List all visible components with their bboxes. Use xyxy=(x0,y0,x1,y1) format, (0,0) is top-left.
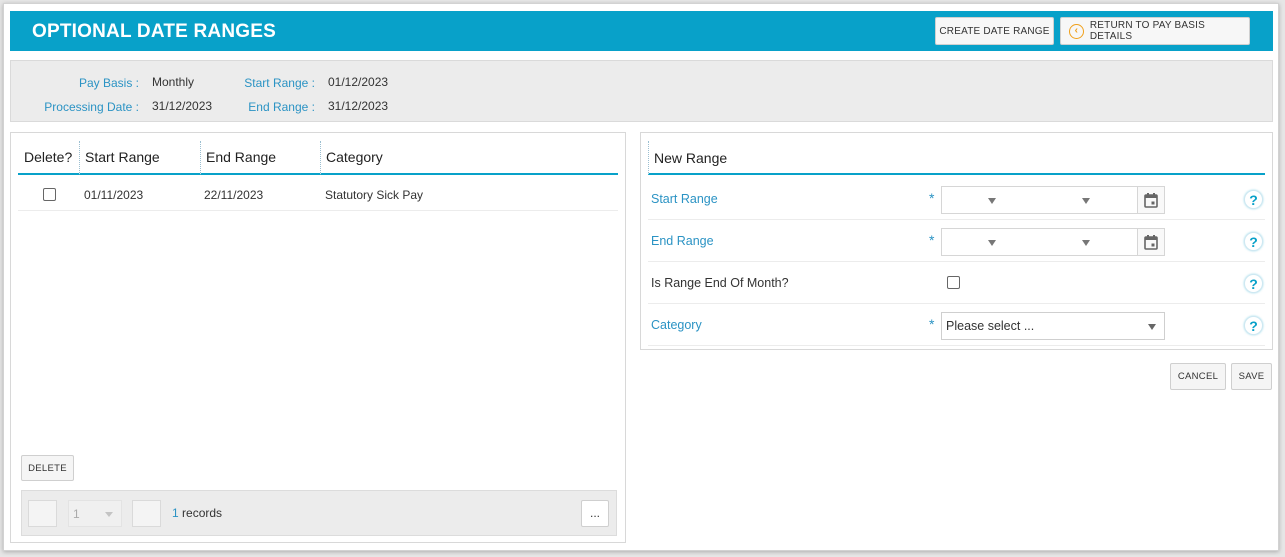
title-bar: OPTIONAL DATE RANGES CREATE DATE RANGE ‹… xyxy=(10,11,1273,51)
end-of-month-label: Is Range End Of Month? xyxy=(651,276,789,290)
help-icon[interactable]: ? xyxy=(1244,274,1263,293)
col-category[interactable]: Category xyxy=(320,141,618,175)
chevron-down-icon[interactable] xyxy=(988,240,996,246)
new-range-form: New Range Start Range * ? End Range * ? … xyxy=(640,132,1273,350)
create-date-range-button[interactable]: CREATE DATE RANGE xyxy=(935,17,1054,45)
records-label: records xyxy=(182,506,223,520)
start-range-field-label: Start Range xyxy=(651,192,718,206)
row-end-range: 22/11/2023 xyxy=(204,188,264,202)
category-row: Category * Please select ... ? xyxy=(648,304,1265,346)
help-icon[interactable]: ? xyxy=(1244,190,1263,209)
start-range-value: 01/12/2023 xyxy=(328,75,389,89)
date-ranges-grid: Delete? Start Range End Range Category 0… xyxy=(10,132,626,543)
start-range-date-input[interactable] xyxy=(941,186,1165,214)
pager-more-button[interactable]: ... xyxy=(581,500,609,527)
delete-button[interactable]: DELETE xyxy=(21,455,74,481)
pay-basis-label: Pay Basis : xyxy=(78,76,139,90)
chevron-down-icon[interactable] xyxy=(988,198,996,204)
end-range-date-input[interactable] xyxy=(941,228,1165,256)
chevron-down-icon xyxy=(105,512,113,517)
required-marker: * xyxy=(929,232,935,248)
help-icon[interactable]: ? xyxy=(1244,232,1263,251)
pager-next-button[interactable] xyxy=(132,500,161,527)
help-icon[interactable]: ? xyxy=(1244,316,1263,335)
page-frame: OPTIONAL DATE RANGES CREATE DATE RANGE ‹… xyxy=(3,3,1279,551)
start-range-label: Start Range : xyxy=(244,76,315,90)
return-button-label: RETURN TO PAY BASIS DETAILS xyxy=(1089,20,1206,42)
chevron-down-icon[interactable] xyxy=(1082,240,1090,246)
pager-page-select[interactable]: 1 xyxy=(68,500,122,527)
row-start-range: 01/11/2023 xyxy=(84,188,144,202)
processing-date-value: 31/12/2023 xyxy=(152,99,213,113)
delete-checkbox[interactable] xyxy=(43,188,56,201)
end-of-month-checkbox[interactable] xyxy=(947,276,960,289)
chevron-down-icon[interactable] xyxy=(1082,198,1090,204)
end-of-month-row: Is Range End Of Month? ? xyxy=(648,262,1265,304)
category-field-label: Category xyxy=(651,318,702,332)
end-range-row: End Range * ? xyxy=(648,220,1265,262)
page-title: OPTIONAL DATE RANGES xyxy=(32,21,276,42)
table-row[interactable]: 01/11/2023 22/11/2023 Statutory Sick Pay xyxy=(18,179,618,211)
pager-records: 1 records xyxy=(172,506,222,520)
col-end-range[interactable]: End Range xyxy=(200,141,320,175)
calendar-icon[interactable] xyxy=(1137,187,1164,213)
records-count: 1 xyxy=(172,506,179,520)
col-delete[interactable]: Delete? xyxy=(18,141,79,175)
cancel-button[interactable]: CANCEL xyxy=(1170,363,1226,390)
end-range-label: End Range : xyxy=(248,100,315,114)
pager-prev-button[interactable] xyxy=(28,500,57,527)
chevron-down-icon xyxy=(1148,324,1156,330)
required-marker: * xyxy=(929,190,935,206)
category-select-value: Please select ... xyxy=(946,319,1035,333)
grid-header: Delete? Start Range End Range Category xyxy=(18,141,618,175)
pay-basis-value: Monthly xyxy=(152,75,195,89)
row-category: Statutory Sick Pay xyxy=(325,188,424,202)
category-select[interactable]: Please select ... xyxy=(941,312,1165,340)
end-range-value: 31/12/2023 xyxy=(328,99,389,113)
calendar-icon[interactable] xyxy=(1137,229,1164,255)
col-start-range[interactable]: Start Range xyxy=(79,141,200,175)
required-marker: * xyxy=(929,316,935,332)
circle-chevron-left-icon: ‹ xyxy=(1069,23,1084,39)
end-range-field-label: End Range xyxy=(651,234,714,248)
grid-pager: 1 1 records ... xyxy=(21,490,617,536)
pay-basis-summary: Pay Basis : Monthly Start Range : 01/12/… xyxy=(10,60,1273,122)
new-range-heading: New Range xyxy=(648,141,1265,175)
pager-page-value: 1 xyxy=(73,507,80,521)
return-to-pay-basis-button[interactable]: ‹ RETURN TO PAY BASIS DETAILS xyxy=(1060,17,1250,45)
start-range-row: Start Range * ? xyxy=(648,178,1265,220)
save-button[interactable]: SAVE xyxy=(1231,363,1272,390)
processing-date-label: Processing Date : xyxy=(44,100,139,114)
